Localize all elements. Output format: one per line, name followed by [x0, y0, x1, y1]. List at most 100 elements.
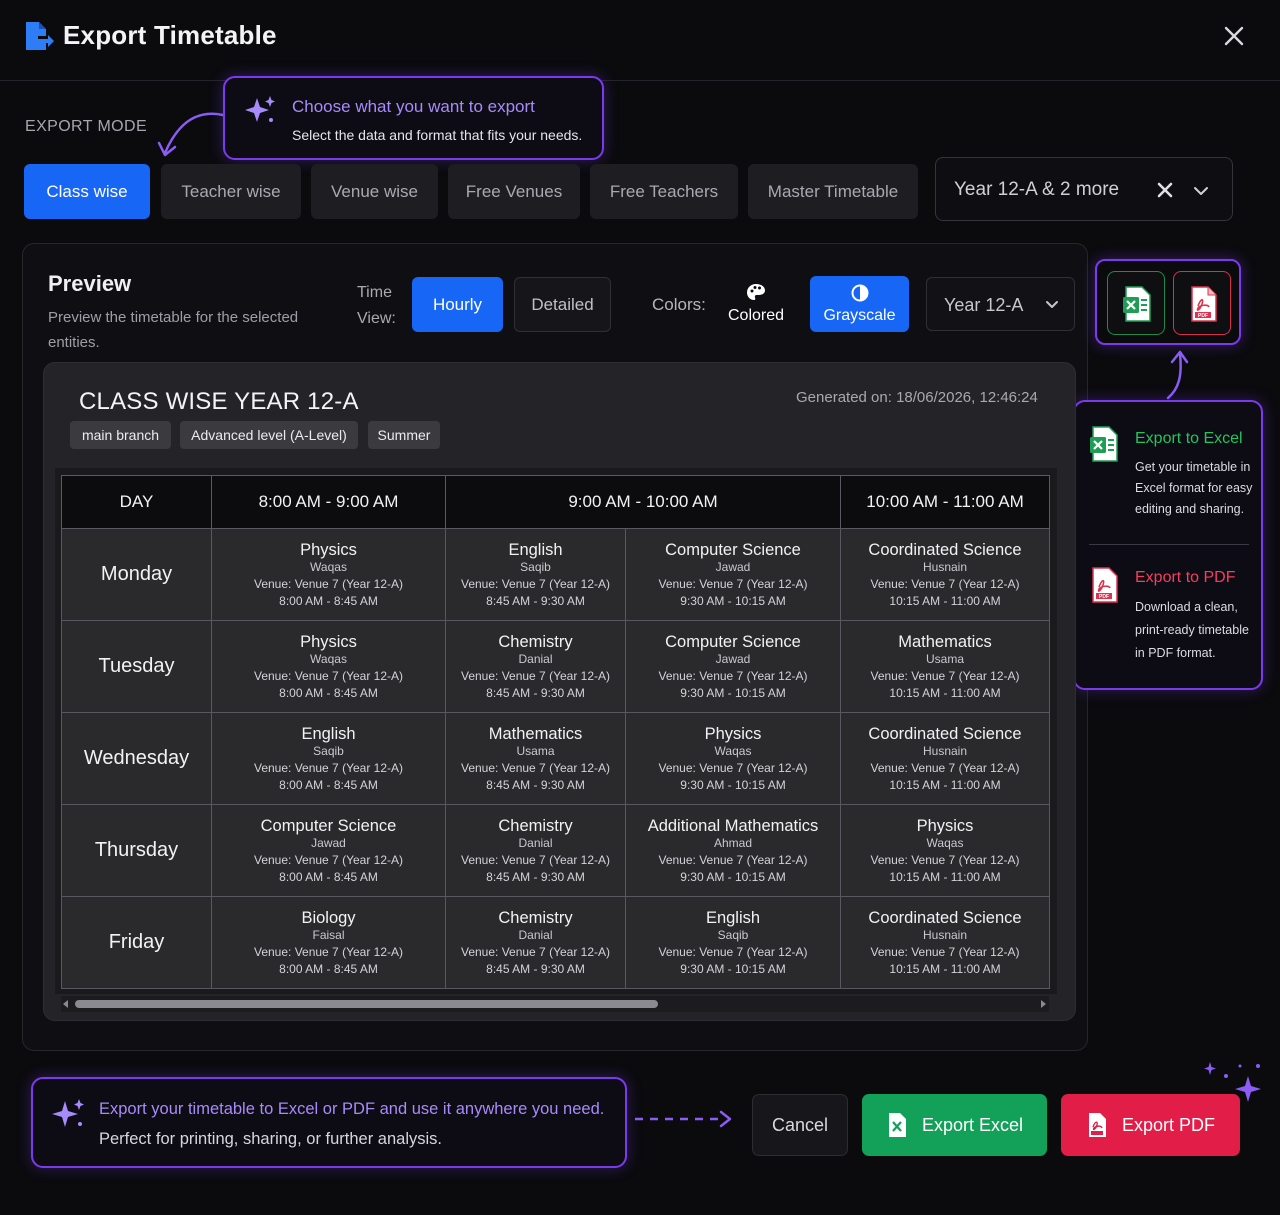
- svg-text:PDF: PDF: [1198, 313, 1208, 319]
- lesson-time: 8:45 AM - 9:30 AM: [486, 870, 585, 884]
- lesson-cell[interactable]: Mathematics Usama Venue: Venue 7 (Year 12-…: [840, 620, 1050, 713]
- lesson-teacher: Saqib: [520, 560, 551, 574]
- lesson-venue: Venue: Venue 7 (Year 12-A): [460, 669, 610, 683]
- lesson-time: 8:45 AM - 9:30 AM: [486, 594, 585, 608]
- lesson-venue: Venue: Venue 7 (Year 12-A): [460, 577, 610, 591]
- clear-icon[interactable]: [1155, 180, 1175, 200]
- lesson-cell[interactable]: English Saqib Venue: Venue 7 (Year 12-A) 9:…: [625, 896, 841, 989]
- sparkle-icon: [52, 1099, 84, 1127]
- detailed-button[interactable]: Detailed: [514, 277, 611, 332]
- lesson-venue: Venue: Venue 7 (Year 12-A): [658, 853, 808, 867]
- cancel-button[interactable]: Cancel: [752, 1094, 848, 1156]
- tab-teacher-wise[interactable]: Teacher wise: [161, 164, 301, 219]
- tab-class-wise[interactable]: Class wise: [24, 164, 150, 219]
- lesson-cell[interactable]: Biology Faisal Venue: Venue 7 (Year 12-A) 8…: [211, 896, 446, 989]
- header-slot-3: 10:00 AM - 11:00 AM: [840, 475, 1050, 529]
- lesson-time: 8:45 AM - 9:30 AM: [486, 962, 585, 976]
- chevron-down-icon[interactable]: [1191, 181, 1211, 201]
- export-excel-button[interactable]: Export Excel: [862, 1094, 1047, 1156]
- lesson-venue: Venue: Venue 7 (Year 12-A): [253, 945, 403, 959]
- quick-export-group: PDF: [1095, 259, 1241, 345]
- lesson-cell[interactable]: Coordinated Science Husnain Venue: Venue 7…: [840, 528, 1050, 621]
- quick-export-pdf-button[interactable]: PDF: [1173, 271, 1231, 335]
- lesson-time: 10:15 AM - 11:00 AM: [889, 594, 1001, 608]
- lesson-venue: Venue: Venue 7 (Year 12-A): [658, 577, 808, 591]
- lesson-cell[interactable]: Coordinated Science Husnain Venue: Venue 7…: [840, 712, 1050, 805]
- lesson-time: 8:00 AM - 8:45 AM: [279, 962, 378, 976]
- lesson-subject: Chemistry: [498, 909, 573, 927]
- lesson-teacher: Husnain: [922, 928, 968, 942]
- lesson-subject: Physics: [916, 817, 974, 835]
- lesson-venue: Venue: Venue 7 (Year 12-A): [870, 669, 1020, 683]
- lesson-cell[interactable]: Chemistry Danial Venue: Venue 7 (Year 12-A…: [445, 804, 626, 897]
- lesson-time: 9:30 AM - 10:15 AM: [680, 594, 786, 608]
- pdf-file-icon: [1088, 1113, 1106, 1137]
- tab-free-venues[interactable]: Free Venues: [448, 164, 580, 219]
- lesson-venue: Venue: Venue 7 (Year 12-A): [870, 761, 1020, 775]
- table-row: Monday Physics Waqas Venue: Venue 7 (Year 1…: [61, 528, 1050, 621]
- lesson-venue: Venue: Venue 7 (Year 12-A): [658, 669, 808, 683]
- quick-export-excel-button[interactable]: [1107, 271, 1165, 335]
- hourly-button[interactable]: Hourly: [412, 277, 503, 332]
- lesson-subject: Computer Science: [665, 633, 801, 651]
- lesson-cell[interactable]: English Saqib Venue: Venue 7 (Year 12-A) 8:…: [211, 712, 446, 805]
- grayscale-option[interactable]: Grayscale: [810, 276, 909, 332]
- excel-file-icon: [888, 1113, 906, 1137]
- lesson-subject: Biology: [301, 909, 356, 927]
- tag-branch: main branch: [70, 421, 171, 449]
- year-select[interactable]: Year 12-A: [926, 277, 1075, 331]
- lesson-subject: Computer Science: [260, 817, 397, 835]
- lesson-time: 8:45 AM - 9:30 AM: [486, 686, 585, 700]
- colored-option[interactable]: Colored: [718, 276, 794, 332]
- lesson-teacher: Ahmad: [713, 836, 753, 850]
- lesson-teacher: Usama: [516, 744, 555, 758]
- lesson-cell[interactable]: Physics Waqas Venue: Venue 7 (Year 12-A) 8:…: [211, 528, 446, 621]
- grayscale-label: Grayscale: [823, 307, 896, 324]
- export-info-card: Export to Excel Get your timetable in Ex…: [1073, 400, 1263, 690]
- lesson-teacher: Waqas: [714, 744, 752, 758]
- lesson-cell[interactable]: Computer Science Jawad Venue: Venue 7 (Yea…: [625, 620, 841, 713]
- day-cell: Tuesday: [61, 620, 212, 713]
- contrast-icon: [851, 284, 868, 302]
- excel-info-desc: Get your timetable in Excel format for e…: [1135, 460, 1253, 516]
- timetable-header-row: DAY 8:00 AM - 9:00 AM 9:00 AM - 10:00 AM…: [61, 475, 1050, 529]
- tab-venue-wise[interactable]: Venue wise: [311, 164, 438, 219]
- lesson-subject: Mathematics: [898, 633, 992, 651]
- tab-master-timetable[interactable]: Master Timetable: [748, 164, 918, 219]
- lesson-cell[interactable]: Physics Waqas Venue: Venue 7 (Year 12-A) 8:…: [211, 620, 446, 713]
- timetable-scroll-area[interactable]: DAY 8:00 AM - 9:00 AM 9:00 AM - 10:00 AM…: [55, 468, 1057, 994]
- lesson-cell[interactable]: Mathematics Usama Venue: Venue 7 (Year 12-…: [445, 712, 626, 805]
- lesson-cell[interactable]: Computer Science Jawad Venue: Venue 7 (Yea…: [625, 528, 841, 621]
- lesson-cell[interactable]: Physics Waqas Venue: Venue 7 (Year 12-A) 10…: [840, 804, 1050, 897]
- tab-free-teachers[interactable]: Free Teachers: [590, 164, 738, 219]
- divider: [1089, 544, 1249, 545]
- lesson-subject: Additional Mathematics: [647, 817, 819, 835]
- lesson-cell[interactable]: Computer Science Jawad Venue: Venue 7 (Yea…: [211, 804, 446, 897]
- lesson-teacher: Husnain: [922, 560, 968, 574]
- file-export-icon: [26, 22, 54, 50]
- scrollbar-thumb[interactable]: [75, 1000, 658, 1008]
- horizontal-scrollbar[interactable]: [61, 996, 1049, 1012]
- generated-timestamp: Generated on: 18/06/2026, 12:46:24: [796, 389, 1038, 406]
- lesson-venue: Venue: Venue 7 (Year 12-A): [253, 761, 403, 775]
- tag-session: Summer: [368, 421, 440, 449]
- lesson-teacher: Danial: [518, 652, 553, 666]
- tag-level: Advanced level (A-Level): [180, 421, 358, 449]
- close-icon[interactable]: [1220, 22, 1248, 50]
- day-cell: Friday: [61, 896, 212, 989]
- lesson-teacher: Danial: [518, 928, 553, 942]
- entity-multiselect[interactable]: Year 12-A & 2 more: [935, 157, 1233, 221]
- lesson-subject: English: [301, 725, 356, 743]
- lesson-cell[interactable]: Physics Waqas Venue: Venue 7 (Year 12-A) 9:…: [625, 712, 841, 805]
- lesson-teacher: Jawad: [311, 836, 346, 850]
- lesson-cell[interactable]: Additional Mathematics Ahmad Venue: Venue …: [625, 804, 841, 897]
- scroll-right-arrow[interactable]: [1041, 1000, 1046, 1008]
- table-row: Friday Biology Faisal Venue: Venue 7 (Year …: [61, 896, 1050, 989]
- lesson-cell[interactable]: Chemistry Danial Venue: Venue 7 (Year 12-A…: [445, 620, 626, 713]
- lesson-cell[interactable]: English Saqib Venue: Venue 7 (Year 12-A) 8:…: [445, 528, 626, 621]
- excel-file-icon: [1123, 286, 1151, 322]
- lesson-cell[interactable]: Coordinated Science Husnain Venue: Venue 7…: [840, 896, 1050, 989]
- scroll-left-arrow[interactable]: [63, 1000, 68, 1008]
- dashed-arrow-icon: [635, 1110, 732, 1128]
- lesson-cell[interactable]: Chemistry Danial Venue: Venue 7 (Year 12-A…: [445, 896, 626, 989]
